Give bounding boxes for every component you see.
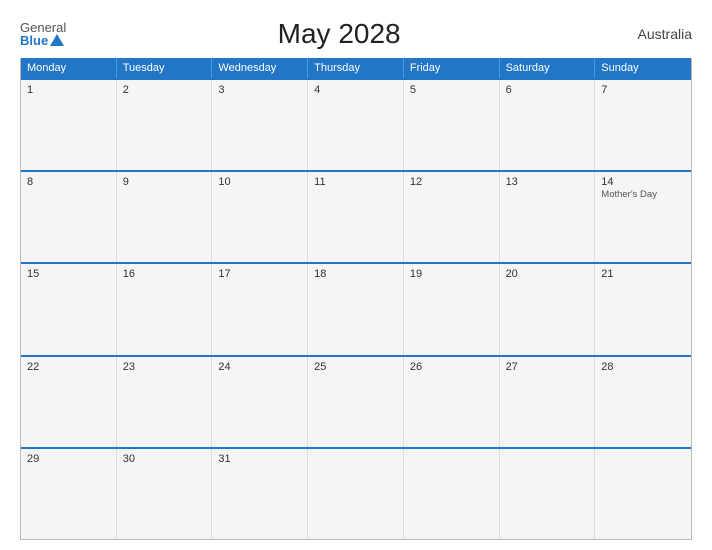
cell-11: 11 [308, 172, 404, 262]
col-sunday: Sunday [595, 58, 691, 78]
logo-blue-text: Blue [20, 34, 64, 47]
cell-18: 18 [308, 264, 404, 354]
cell-23: 23 [117, 357, 213, 447]
cell-20: 20 [500, 264, 596, 354]
cell-12: 12 [404, 172, 500, 262]
col-wednesday: Wednesday [212, 58, 308, 78]
calendar-page: General Blue May 2028 Australia Monday T… [0, 0, 712, 550]
cell-9: 9 [117, 172, 213, 262]
cell-31: 31 [212, 449, 308, 539]
cell-19: 19 [404, 264, 500, 354]
cell-25: 25 [308, 357, 404, 447]
cell-15: 15 [21, 264, 117, 354]
calendar-header-row: Monday Tuesday Wednesday Thursday Friday… [21, 58, 691, 78]
cell-8: 8 [21, 172, 117, 262]
cell-empty-3 [500, 449, 596, 539]
cell-3: 3 [212, 80, 308, 170]
logo: General Blue [20, 21, 66, 47]
col-thursday: Thursday [308, 58, 404, 78]
logo-triangle-icon [50, 34, 64, 46]
col-tuesday: Tuesday [117, 58, 213, 78]
week-3: 15 16 17 18 19 20 21 [21, 262, 691, 354]
cell-empty-1 [308, 449, 404, 539]
cell-17: 17 [212, 264, 308, 354]
cell-7: 7 [595, 80, 691, 170]
cell-21: 21 [595, 264, 691, 354]
cell-6: 6 [500, 80, 596, 170]
cell-27: 27 [500, 357, 596, 447]
week-2: 8 9 10 11 12 13 14 Mother's Day [21, 170, 691, 262]
cell-26: 26 [404, 357, 500, 447]
cell-22: 22 [21, 357, 117, 447]
cell-30: 30 [117, 449, 213, 539]
cell-5: 5 [404, 80, 500, 170]
col-friday: Friday [404, 58, 500, 78]
week-1: 1 2 3 4 5 6 7 [21, 78, 691, 170]
cell-24: 24 [212, 357, 308, 447]
calendar-title: May 2028 [66, 18, 612, 50]
cell-10: 10 [212, 172, 308, 262]
col-saturday: Saturday [500, 58, 596, 78]
cell-empty-4 [595, 449, 691, 539]
calendar-grid: Monday Tuesday Wednesday Thursday Friday… [20, 58, 692, 540]
cell-empty-2 [404, 449, 500, 539]
cell-16: 16 [117, 264, 213, 354]
cell-4: 4 [308, 80, 404, 170]
country-label: Australia [612, 26, 692, 42]
cell-29: 29 [21, 449, 117, 539]
mothers-day-event: Mother's Day [601, 189, 657, 200]
header: General Blue May 2028 Australia [20, 18, 692, 50]
cell-14: 14 Mother's Day [595, 172, 691, 262]
cell-13: 13 [500, 172, 596, 262]
cell-1: 1 [21, 80, 117, 170]
week-4: 22 23 24 25 26 27 28 [21, 355, 691, 447]
col-monday: Monday [21, 58, 117, 78]
week-5: 29 30 31 [21, 447, 691, 539]
cell-28: 28 [595, 357, 691, 447]
cell-2: 2 [117, 80, 213, 170]
